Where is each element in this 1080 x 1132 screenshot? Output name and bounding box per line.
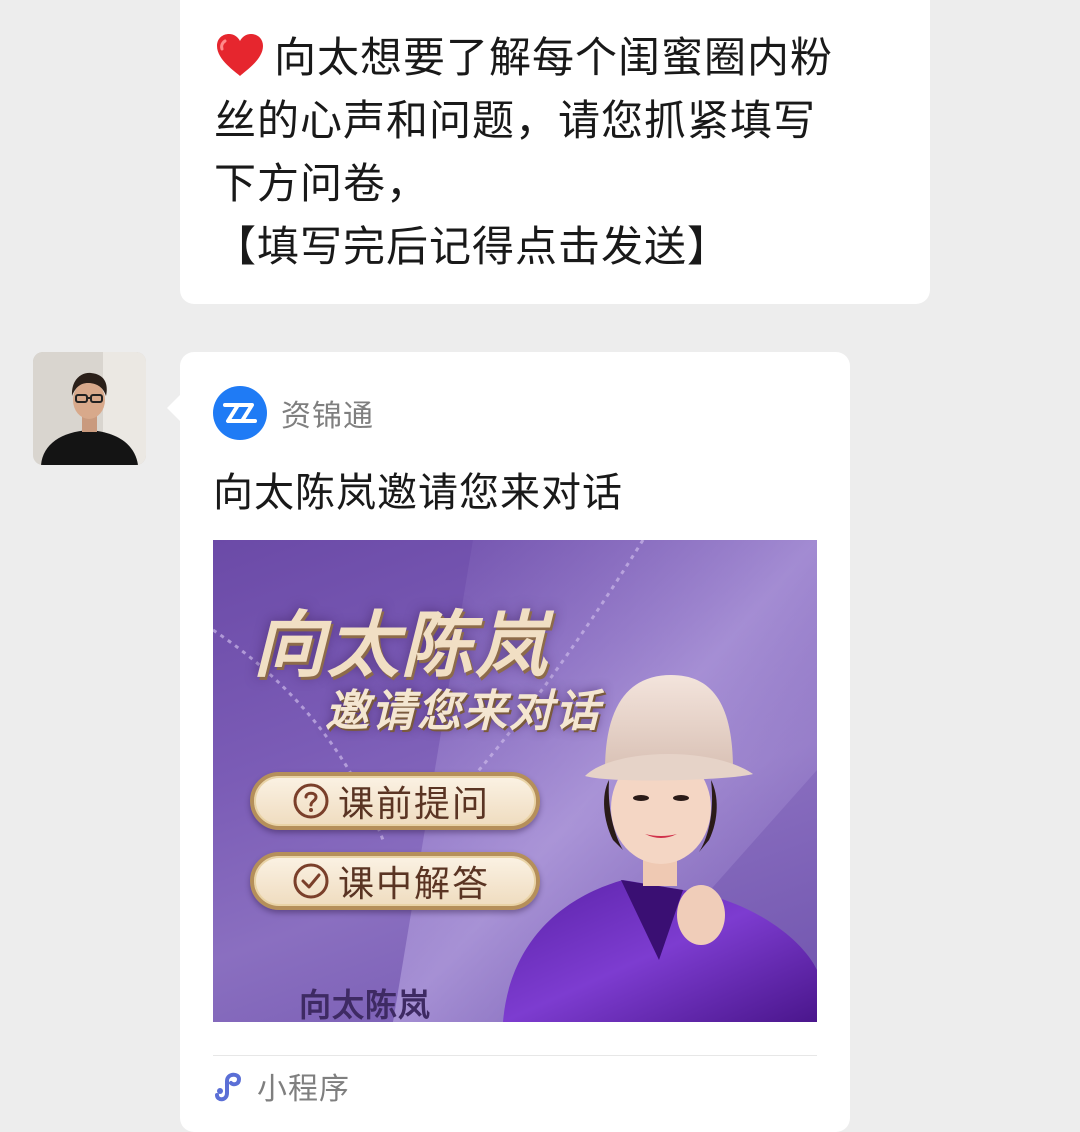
message-line-3: 下方问卷， (214, 159, 430, 208)
question-circle-icon (293, 783, 329, 819)
message-text-1: 向太想要了解每个闺蜜圈内粉 (274, 33, 834, 82)
banner-footer-name: 向太陈岚 (299, 986, 432, 1022)
bubble-tail (167, 394, 181, 422)
message-line-1: 向太想要了解每个闺蜜圈内粉 (214, 26, 900, 89)
person-avatar-icon (33, 352, 146, 465)
sender-avatar[interactable] (33, 352, 146, 465)
pre-class-question-button[interactable]: 课前提问 (250, 772, 540, 830)
mini-program-card[interactable]: 资锦通 向太陈岚邀请您来对话 向太陈岚 邀请您来对话 课前提问 课中解答 向太陈… (167, 352, 850, 1132)
card-title: 向太陈岚邀请您来对话 (213, 470, 623, 516)
card-footer: 小程序 (213, 1066, 350, 1107)
message-line-4: 【填写完后记得点击发送】 (214, 222, 731, 271)
banner-subtitle: 邀请您来对话 (325, 686, 601, 737)
in-class-answer-label: 课中解答 (338, 864, 491, 905)
card-banner-image[interactable]: 向太陈岚 邀请您来对话 课前提问 课中解答 向太陈岚 (213, 540, 817, 1022)
message-line-2: 丝的心声和问题，请您抓紧填写 (214, 96, 817, 145)
card-divider (213, 1055, 817, 1056)
zz-logo-icon (213, 386, 267, 440)
pre-class-question-label: 课前提问 (338, 784, 491, 825)
mini-program-label: 小程序 (257, 1072, 350, 1107)
card-header: 资锦通 (213, 386, 374, 440)
message-bubble[interactable]: 向太想要了解每个闺蜜圈内粉 丝的心声和问题，请您抓紧填写 下方问卷， 【填写完后… (180, 0, 930, 304)
red-heart-icon (217, 34, 263, 76)
mini-program-icon (215, 1072, 242, 1102)
check-circle-icon (293, 863, 329, 899)
in-class-answer-button[interactable]: 课中解答 (250, 852, 540, 910)
app-name: 资锦通 (281, 399, 374, 434)
